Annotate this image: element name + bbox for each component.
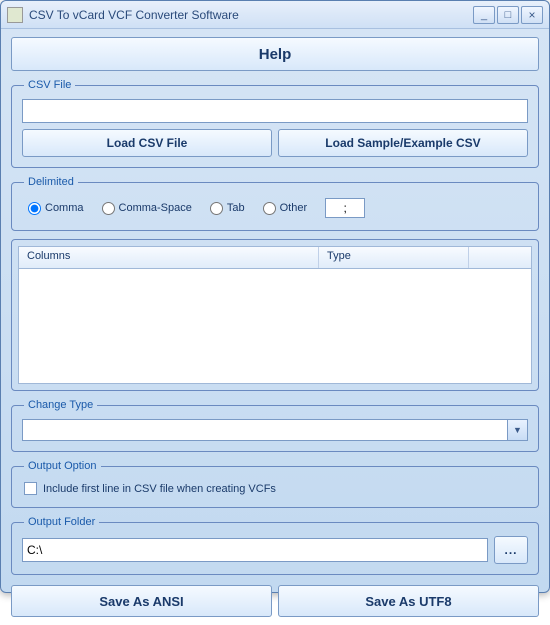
radio-comma-space[interactable]: Comma-Space [102, 202, 192, 215]
radio-tab[interactable]: Tab [210, 202, 245, 215]
columns-table[interactable]: Columns Type [18, 246, 532, 384]
client-area: Help CSV File Load CSV File Load Sample/… [1, 29, 549, 625]
include-first-line-row[interactable]: Include first line in CSV file when crea… [22, 480, 528, 497]
radio-tab-label: Tab [227, 202, 245, 214]
load-sample-button[interactable]: Load Sample/Example CSV [278, 129, 528, 157]
table-header: Columns Type [19, 247, 531, 269]
app-icon [7, 7, 23, 23]
change-type-value [23, 420, 507, 440]
titlebar[interactable]: CSV To vCard VCF Converter Software _ □ … [1, 1, 549, 29]
csv-file-legend: CSV File [24, 79, 75, 91]
include-first-line-checkbox[interactable] [24, 482, 37, 495]
header-type[interactable]: Type [319, 247, 469, 268]
output-folder-legend: Output Folder [24, 516, 99, 528]
output-option-group: Output Option Include first line in CSV … [11, 460, 539, 508]
close-button[interactable]: × [521, 6, 543, 24]
maximize-button[interactable]: □ [497, 6, 519, 24]
output-folder-input[interactable] [22, 538, 488, 562]
app-window: CSV To vCard VCF Converter Software _ □ … [0, 0, 550, 593]
radio-other-input[interactable] [263, 202, 276, 215]
help-button[interactable]: Help [11, 37, 539, 71]
radio-comma-input[interactable] [28, 202, 41, 215]
table-body[interactable] [19, 269, 531, 383]
change-type-legend: Change Type [24, 399, 97, 411]
save-utf8-button[interactable]: Save As UTF8 [278, 585, 539, 617]
browse-button[interactable]: ... [494, 536, 528, 564]
save-ansi-button[interactable]: Save As ANSI [11, 585, 272, 617]
csv-path-input[interactable] [22, 99, 528, 123]
radio-other[interactable]: Other [263, 202, 308, 215]
radio-comma-space-label: Comma-Space [119, 202, 192, 214]
csv-file-group: CSV File Load CSV File Load Sample/Examp… [11, 79, 539, 168]
radio-comma[interactable]: Comma [28, 202, 84, 215]
other-delimiter-input[interactable] [325, 198, 365, 218]
minimize-button[interactable]: _ [473, 6, 495, 24]
radio-comma-label: Comma [45, 202, 84, 214]
header-columns[interactable]: Columns [19, 247, 319, 268]
change-type-select[interactable]: ▼ [22, 419, 528, 441]
output-folder-group: Output Folder ... [11, 516, 539, 575]
header-spacer [469, 247, 531, 268]
delimited-legend: Delimited [24, 176, 78, 188]
chevron-down-icon[interactable]: ▼ [507, 420, 527, 440]
radio-comma-space-input[interactable] [102, 202, 115, 215]
include-first-line-label: Include first line in CSV file when crea… [43, 483, 276, 495]
output-option-legend: Output Option [24, 460, 101, 472]
columns-table-wrap: Columns Type [11, 239, 539, 391]
delimited-group: Delimited Comma Comma-Space Tab Other [11, 176, 539, 231]
radio-other-label: Other [280, 202, 308, 214]
load-csv-button[interactable]: Load CSV File [22, 129, 272, 157]
change-type-group: Change Type ▼ [11, 399, 539, 452]
window-title: CSV To vCard VCF Converter Software [29, 8, 471, 22]
radio-tab-input[interactable] [210, 202, 223, 215]
